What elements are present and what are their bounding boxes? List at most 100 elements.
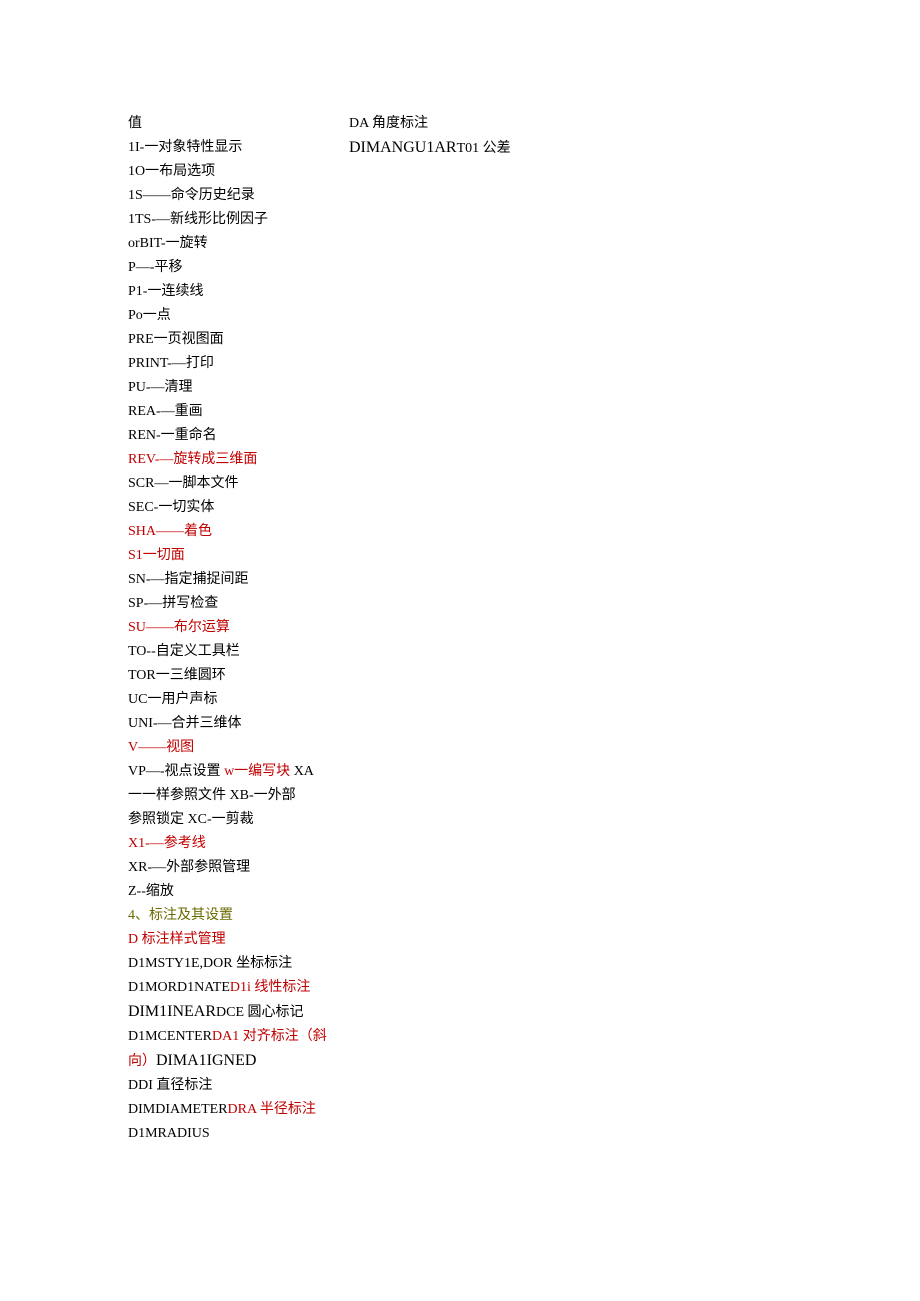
text-line: VP—-视点设置 w一编写块 XA	[128, 760, 338, 784]
text-span: SHA——着色	[128, 524, 212, 539]
column-1: 值 1I-一对象特性显示 1O一布局选项 1S——命令历史纪录 1TS-—新线形比例因子…	[128, 112, 338, 1146]
text-span: DA 角度标注	[349, 116, 428, 131]
text-line: V——视图	[128, 736, 338, 760]
text-span: D1i 线性标注	[230, 980, 311, 995]
text-span: PU-—清理	[128, 380, 193, 395]
text-span: 向）	[128, 1054, 156, 1069]
text-line: 1O一布局选项	[128, 160, 338, 184]
text-span: 1I-一对象特性显示	[128, 140, 242, 155]
text-line: D1MSTY1E,DOR 坐标标注	[128, 952, 338, 976]
text-span: 参照锁定 XC-一剪裁	[128, 812, 254, 827]
text-line: 值	[128, 112, 338, 136]
text-span: REA-—重画	[128, 404, 203, 419]
text-line: D1MRADIUS	[128, 1122, 338, 1146]
text-line: SN-—指定捕捉间距	[128, 568, 338, 592]
text-span: SU——布尔运算	[128, 620, 230, 635]
text-line: 向）DIMA1IGNED	[128, 1049, 338, 1074]
text-line: DA 角度标注	[349, 112, 559, 136]
text-span: T01 公差	[457, 141, 511, 156]
text-line: SP-—拼写检查	[128, 592, 338, 616]
text-line: 1I-一对象特性显示	[128, 136, 338, 160]
text-span: orBIT-一旋转	[128, 236, 208, 251]
text-span: DDI 直径标注	[128, 1078, 212, 1093]
text-line: SEC-一切实体	[128, 496, 338, 520]
text-line: Po一点	[128, 304, 338, 328]
text-line: UC一用户声标	[128, 688, 338, 712]
text-span: TOR一三维圆环	[128, 668, 226, 683]
text-line: S1一切面	[128, 544, 338, 568]
text-span: X1-—参考线	[128, 836, 206, 851]
text-line: DDI 直径标注	[128, 1074, 338, 1098]
text-line: TO--自定义工具栏	[128, 640, 338, 664]
text-span: D 标注样式管理	[128, 932, 226, 947]
text-span: D1MRADIUS	[128, 1126, 210, 1141]
text-line: SU——布尔运算	[128, 616, 338, 640]
text-span: UNI-—合并三维体	[128, 716, 242, 731]
text-line: P—-平移	[128, 256, 338, 280]
text-span: UC一用户声标	[128, 692, 217, 707]
text-line: PRE一页视图面	[128, 328, 338, 352]
text-span: REN-一重命名	[128, 428, 217, 443]
text-span: 一一样参照文件 XB-一外部	[128, 788, 296, 803]
text-span: w一编写块	[224, 764, 290, 779]
text-span: S1一切面	[128, 548, 185, 563]
text-line: X1-—参考线	[128, 832, 338, 856]
text-span: P1-一连续线	[128, 284, 203, 299]
text-line: DIMDIAMETERDRA 半径标注	[128, 1098, 338, 1122]
text-line: 参照锁定 XC-一剪裁	[128, 808, 338, 832]
text-span: DIMANGU1AR	[349, 139, 457, 156]
text-span: 1S——命令历史纪录	[128, 188, 255, 203]
text-line: UNI-—合并三维体	[128, 712, 338, 736]
text-line: REV-—旋转成三维面	[128, 448, 338, 472]
text-span: DCE 圆心标记	[216, 1005, 304, 1020]
text-line: REN-一重命名	[128, 424, 338, 448]
text-span: D1MORD1NATE	[128, 980, 230, 995]
text-span: SN-—指定捕捉间距	[128, 572, 249, 587]
text-span: V——视图	[128, 740, 194, 755]
text-span: DIM1INEAR	[128, 1003, 216, 1020]
text-line: 1S——命令历史纪录	[128, 184, 338, 208]
text-line: REA-—重画	[128, 400, 338, 424]
text-span: 4、标注及其设置	[128, 908, 233, 923]
text-span: VP—-视点设置	[128, 764, 224, 779]
text-line: D1MCENTERDA1 对齐标注（斜	[128, 1025, 338, 1049]
text-line: 4、标注及其设置	[128, 904, 338, 928]
text-span: XR-—外部参照管理	[128, 860, 250, 875]
text-span: PRINT-—打印	[128, 356, 214, 371]
text-span: TO--自定义工具栏	[128, 644, 240, 659]
text-span: SCR—一脚本文件	[128, 476, 238, 491]
text-span: DRA 半径标注	[228, 1102, 316, 1117]
text-line: P1-一连续线	[128, 280, 338, 304]
text-span: REV-—旋转成三维面	[128, 452, 257, 467]
text-line: 一一样参照文件 XB-一外部	[128, 784, 338, 808]
text-span: DIMA1IGNED	[156, 1052, 256, 1069]
text-line: DIM1INEARDCE 圆心标记	[128, 1000, 338, 1025]
text-span: SP-—拼写检查	[128, 596, 218, 611]
text-span: D1MCENTER	[128, 1029, 212, 1044]
text-span: 1TS-—新线形比例因子	[128, 212, 268, 227]
text-line: Z--缩放	[128, 880, 338, 904]
text-span: D1MSTY1E,DOR 坐标标注	[128, 956, 292, 971]
document-page: 值 1I-一对象特性显示 1O一布局选项 1S——命令历史纪录 1TS-—新线形比例因子…	[0, 0, 920, 1301]
text-span: 1O一布局选项	[128, 164, 215, 179]
text-line: PRINT-—打印	[128, 352, 338, 376]
text-span: Po一点	[128, 308, 171, 323]
text-span: DA1 对齐标注（斜	[212, 1029, 327, 1044]
text-line: DIMANGU1ART01 公差	[349, 136, 559, 161]
text-line: SCR—一脚本文件	[128, 472, 338, 496]
text-span: PRE一页视图面	[128, 332, 224, 347]
text-line: PU-—清理	[128, 376, 338, 400]
text-line: TOR一三维圆环	[128, 664, 338, 688]
text-span: DIMDIAMETER	[128, 1102, 228, 1117]
text-span: XA	[290, 764, 314, 779]
text-line: 1TS-—新线形比例因子	[128, 208, 338, 232]
column-2: DA 角度标注 DIMANGU1ART01 公差	[349, 112, 559, 161]
text-span: Z--缩放	[128, 884, 174, 899]
text-line: orBIT-一旋转	[128, 232, 338, 256]
text-span: 值	[128, 116, 142, 131]
text-line: D 标注样式管理	[128, 928, 338, 952]
text-span: SEC-一切实体	[128, 500, 214, 515]
text-line: D1MORD1NATED1i 线性标注	[128, 976, 338, 1000]
text-line: XR-—外部参照管理	[128, 856, 338, 880]
text-line: SHA——着色	[128, 520, 338, 544]
